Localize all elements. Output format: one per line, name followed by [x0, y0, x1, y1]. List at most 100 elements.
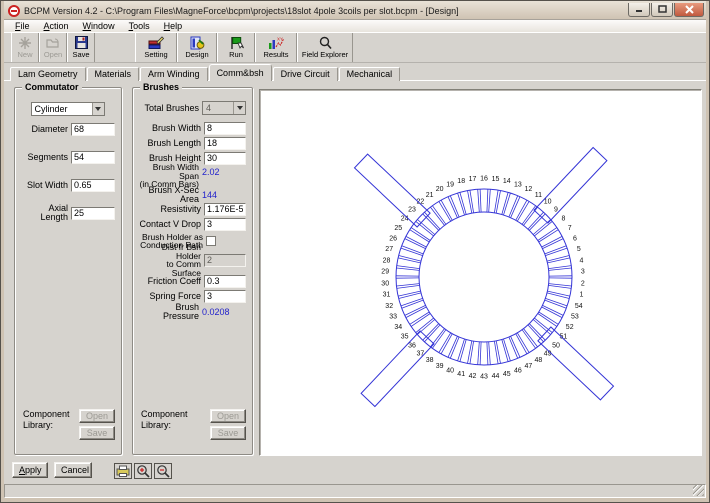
resistivity-field[interactable] [204, 203, 246, 216]
slot-width-field[interactable] [71, 179, 115, 192]
holder-conduction-checkbox[interactable] [206, 236, 216, 246]
brush-outline [534, 148, 607, 224]
tab-mechanical[interactable]: Mechanical [339, 67, 401, 81]
segment-label: 52 [566, 324, 574, 331]
segment-label: 2 [581, 280, 585, 287]
design-button[interactable]: Design [177, 33, 217, 62]
component-library-label: Component Library: [23, 409, 79, 440]
segment-label: 25 [394, 225, 402, 232]
resize-grip-icon[interactable] [693, 485, 704, 496]
new-button: New [11, 33, 39, 62]
cancel-button[interactable]: Cancel [54, 462, 92, 478]
library-open-button: Open [210, 409, 246, 423]
segment-label: 49 [544, 350, 552, 357]
segment-label: 24 [401, 215, 409, 222]
commutator-type-select[interactable]: Cylinder [31, 102, 105, 116]
results-button[interactable]: XY Results [255, 33, 297, 62]
brush-height-label: Brush Height [138, 154, 201, 163]
menu-file[interactable]: File [8, 20, 37, 32]
segment-label: 23 [408, 207, 416, 214]
brush-length-field[interactable] [204, 137, 246, 150]
spring-force-field[interactable] [204, 290, 246, 303]
segment-label: 35 [401, 334, 409, 341]
segment-label: 10 [544, 199, 552, 206]
friction-coeff-field[interactable] [204, 275, 246, 288]
segment-label: 1 [580, 292, 584, 299]
svg-text:XY: XY [277, 36, 283, 41]
axial-length-field[interactable] [71, 207, 115, 220]
tab-strip: Lam Geometry Materials Arm Winding Comm&… [4, 63, 706, 81]
zoom-in-button[interactable] [134, 463, 152, 479]
segments-label: Segments [20, 153, 68, 162]
setting-layers-icon [148, 35, 164, 50]
minimize-button[interactable] [628, 3, 650, 17]
run-button[interactable]: Run [217, 33, 255, 62]
status-bar [4, 484, 706, 498]
segment-label: 21 [426, 192, 434, 199]
print-button[interactable] [114, 463, 132, 479]
action-row: Apply Cancel [4, 462, 706, 484]
segment-label: 53 [571, 314, 579, 321]
save-button[interactable]: Save [67, 33, 95, 62]
magnifier-icon [318, 35, 332, 50]
title-bar: BCPM Version 4.2 - C:\Program Files\Magn… [4, 1, 706, 19]
results-chart-icon: XY [268, 35, 285, 50]
maximize-button[interactable] [651, 3, 673, 17]
resistivity-label: Resistivity [138, 205, 201, 214]
design-tools-icon [190, 35, 205, 50]
tab-lam-geometry[interactable]: Lam Geometry [10, 67, 86, 81]
segment-label: 45 [503, 371, 511, 378]
menu-window[interactable]: Window [76, 20, 122, 32]
drawing-canvas[interactable]: 1234567891011121314151617181920212223242… [259, 89, 702, 456]
tab-materials[interactable]: Materials [87, 67, 140, 81]
view-buttons [114, 463, 174, 479]
brush-length-label: Brush Length [138, 139, 201, 148]
field-explorer-button[interactable]: Field Explorer [297, 33, 353, 62]
apply-button[interactable]: Apply [12, 462, 48, 478]
floppy-disk-icon [75, 35, 88, 50]
segment-label: 46 [514, 368, 522, 375]
segment-label: 29 [381, 269, 389, 276]
new-document-icon [18, 35, 32, 50]
open-button: Open [39, 33, 67, 62]
segment-label: 51 [560, 334, 568, 341]
menu-action[interactable]: Action [37, 20, 76, 32]
brush-width-span-value: 2.02 [202, 167, 246, 177]
diameter-field[interactable] [71, 123, 115, 136]
chevron-down-icon[interactable] [92, 103, 104, 115]
segment-label: 4 [580, 257, 584, 264]
brush-height-field[interactable] [204, 152, 246, 165]
segment-label: 6 [573, 235, 577, 242]
menu-tools[interactable]: Tools [122, 20, 157, 32]
tab-drive-circuit[interactable]: Drive Circuit [273, 67, 338, 81]
zoom-out-button[interactable] [154, 463, 172, 479]
menu-bar: File Action Window Tools Help [4, 19, 706, 32]
brush-xsec-value: 144 [202, 190, 246, 200]
segment-label: 34 [394, 324, 402, 331]
segment-label: 16 [480, 176, 488, 183]
segments-field[interactable] [71, 151, 115, 164]
segment-label: 12 [525, 186, 533, 193]
brush-width-field[interactable] [204, 122, 246, 135]
total-brushes-value: 4 [206, 103, 211, 113]
minimize-icon [635, 6, 643, 13]
contact-vdrop-field[interactable] [204, 218, 246, 231]
menu-help[interactable]: Help [157, 20, 190, 32]
close-button[interactable] [674, 3, 704, 17]
brush-outline [538, 327, 614, 400]
commutator-group-title: Commutator [22, 82, 82, 92]
segment-label: 40 [446, 368, 454, 375]
setting-button[interactable]: Setting [135, 33, 177, 62]
printer-icon [116, 465, 130, 477]
dist-holder-field [204, 254, 246, 267]
tab-arm-winding[interactable]: Arm Winding [140, 67, 208, 81]
segment-label: 47 [525, 363, 533, 370]
total-brushes-select: 4 [202, 101, 246, 115]
toolbar: New Open Save Setting Design [4, 32, 706, 63]
axial-length-label: Axial Length [20, 204, 68, 222]
dist-holder-label: Dist fr Bsh Holderto Comm Surface [138, 243, 201, 277]
brushes-group: Brushes Total Brushes 4 Brush Width Brus… [132, 87, 253, 455]
segment-label: 33 [389, 314, 397, 321]
tab-comm-bsh[interactable]: Comm&bsh [209, 64, 272, 81]
total-brushes-label: Total Brushes [138, 104, 199, 113]
